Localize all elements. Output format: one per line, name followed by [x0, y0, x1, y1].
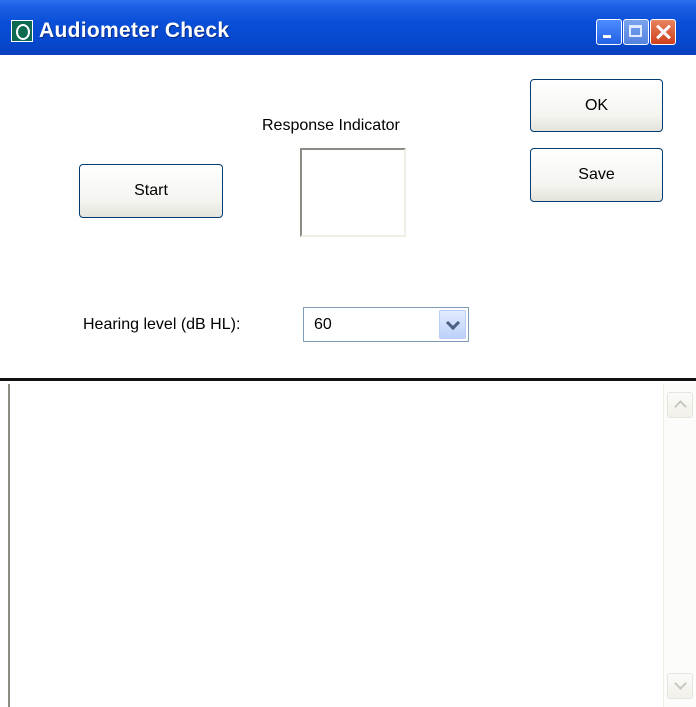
minimize-button[interactable] [596, 19, 622, 45]
vertical-scrollbar[interactable] [663, 384, 696, 707]
start-button[interactable]: Start [79, 164, 223, 218]
close-icon [651, 20, 675, 44]
chevron-down-icon[interactable] [439, 310, 466, 339]
window-title: Audiometer Check [39, 19, 230, 42]
log-text-area[interactable] [8, 384, 696, 707]
response-indicator-label: Response Indicator [262, 117, 400, 134]
hearing-level-value: 60 [314, 316, 332, 333]
hearing-level-select[interactable]: 60 [303, 307, 469, 342]
hearing-level-label: Hearing level (dB HL): [83, 316, 241, 333]
maximize-button[interactable] [623, 19, 649, 45]
response-indicator-box [300, 148, 406, 237]
title-bar[interactable]: Audiometer Check [0, 0, 696, 55]
section-divider [0, 378, 696, 381]
save-button[interactable]: Save [530, 148, 663, 202]
app-icon [11, 20, 33, 42]
ok-button[interactable]: OK [530, 79, 663, 132]
scroll-down-icon[interactable] [667, 673, 693, 699]
close-button[interactable] [650, 19, 676, 45]
scroll-up-icon[interactable] [667, 392, 693, 418]
